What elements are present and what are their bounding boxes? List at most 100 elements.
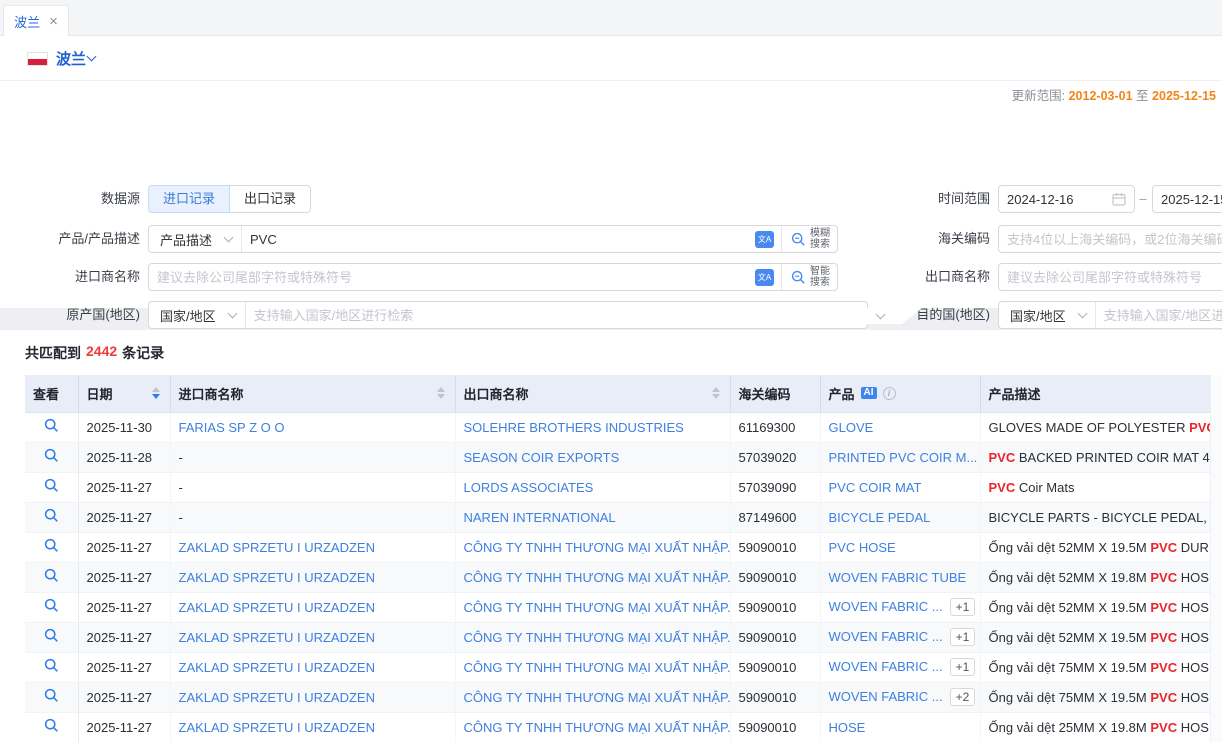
- col-description: 产品描述: [980, 375, 1210, 412]
- vertical-scrollbar[interactable]: [1210, 375, 1222, 742]
- smart-search-button[interactable]: 智能 搜索: [781, 264, 837, 290]
- col-date[interactable]: 日期: [78, 375, 170, 412]
- product-link[interactable]: PVC HOSE: [829, 540, 896, 555]
- product-link[interactable]: GLOVE: [829, 420, 874, 435]
- product-cell: HOSE: [820, 712, 980, 742]
- view-record-icon[interactable]: [44, 448, 59, 463]
- importer-cell: ZAKLAD SPRZETU I URZADZEN: [170, 532, 455, 562]
- calendar-icon[interactable]: [1112, 192, 1126, 206]
- fuzzy-search-button[interactable]: 模糊 搜索: [781, 226, 837, 252]
- sort-icons[interactable]: [437, 387, 447, 399]
- product-link[interactable]: WOVEN FABRIC ...: [829, 689, 943, 704]
- product-cell: WOVEN FABRIC ... +2: [820, 682, 980, 712]
- destination-type-select[interactable]: 国家/地区: [999, 302, 1096, 328]
- date-from-field: [998, 185, 1135, 213]
- importer-link[interactable]: ZAKLAD SPRZETU I URZADZEN: [179, 720, 375, 735]
- product-link[interactable]: WOVEN FABRIC ...: [829, 659, 943, 674]
- exporter-input[interactable]: [999, 270, 1222, 285]
- importer-link[interactable]: ZAKLAD SPRZETU I URZADZEN: [179, 600, 375, 615]
- date-from-input[interactable]: [999, 192, 1112, 207]
- importer-input[interactable]: [149, 270, 748, 285]
- product-link[interactable]: WOVEN FABRIC ...: [829, 599, 943, 614]
- exporter-link[interactable]: CÔNG TY TNHH THƯƠNG MẠI XUẤT NHẬP...: [464, 570, 731, 585]
- product-link[interactable]: PRINTED PVC COIR M...: [829, 450, 978, 465]
- view-record-icon[interactable]: [44, 658, 59, 673]
- more-products-badge[interactable]: +1: [950, 658, 976, 676]
- translate-icon[interactable]: 文A: [755, 231, 774, 248]
- exporter-link[interactable]: CÔNG TY TNHH THƯƠNG MẠI XUẤT NHẬP...: [464, 630, 731, 645]
- origin-type-select[interactable]: 国家/地区: [149, 302, 246, 328]
- update-range-from: 2012-03-01: [1069, 89, 1133, 103]
- importer-link[interactable]: FARIAS SP Z O O: [179, 420, 285, 435]
- col-exporter[interactable]: 出口商名称: [455, 375, 730, 412]
- poland-flag-icon: [27, 52, 48, 66]
- importer-link[interactable]: ZAKLAD SPRZETU I URZADZEN: [179, 540, 375, 555]
- exporter-link[interactable]: CÔNG TY TNHH THƯƠNG MẠI XUẤT NHẬP...: [464, 720, 731, 735]
- match-count: 2442: [86, 343, 117, 363]
- product-type-select[interactable]: 产品描述: [149, 226, 242, 252]
- records-table: 查看 日期 进口商名称 出口商名称 海关编码 产品AIi 产品描述 2025-1…: [25, 375, 1210, 742]
- view-cell: [25, 622, 78, 652]
- product-link[interactable]: HOSE: [829, 720, 866, 735]
- importer-link[interactable]: ZAKLAD SPRZETU I URZADZEN: [179, 660, 375, 675]
- country-name[interactable]: 波兰: [56, 48, 86, 69]
- importer-link[interactable]: ZAKLAD SPRZETU I URZADZEN: [179, 690, 375, 705]
- product-input[interactable]: [242, 232, 748, 247]
- exporter-link[interactable]: SOLEHRE BROTHERS INDUSTRIES: [464, 420, 684, 435]
- product-link[interactable]: BICYCLE PEDAL: [829, 510, 931, 525]
- more-products-badge[interactable]: +2: [950, 688, 976, 706]
- more-products-badge[interactable]: +1: [950, 628, 976, 646]
- sort-icons[interactable]: [152, 387, 162, 399]
- view-cell: [25, 652, 78, 682]
- date-to-input[interactable]: [1153, 192, 1222, 207]
- product-cell: BICYCLE PEDAL: [820, 502, 980, 532]
- date-cell: 2025-11-27: [78, 622, 170, 652]
- translate-icon[interactable]: 文A: [755, 269, 774, 286]
- view-record-icon[interactable]: [44, 508, 59, 523]
- view-record-icon[interactable]: [44, 598, 59, 613]
- exporter-link[interactable]: CÔNG TY TNHH THƯƠNG MẠI XUẤT NHẬP...: [464, 690, 731, 705]
- close-icon[interactable]: ×: [49, 14, 58, 29]
- product-link[interactable]: PVC COIR MAT: [829, 480, 922, 495]
- exporter-link[interactable]: CÔNG TY TNHH THƯƠNG MẠI XUẤT NHẬP...: [464, 660, 731, 675]
- exporter-link[interactable]: SEASON COIR EXPORTS: [464, 450, 620, 465]
- view-record-icon[interactable]: [44, 628, 59, 643]
- view-record-icon[interactable]: [44, 718, 59, 733]
- view-record-icon[interactable]: [44, 478, 59, 493]
- date-cell: 2025-11-27: [78, 712, 170, 742]
- destination-country-input[interactable]: [1096, 308, 1222, 323]
- tab-poland[interactable]: 波兰 ×: [3, 5, 69, 37]
- more-products-badge[interactable]: +1: [950, 598, 976, 616]
- exporter-cell: CÔNG TY TNHH THƯƠNG MẠI XUẤT NHẬP...: [455, 712, 730, 742]
- chevron-down-icon: [875, 310, 885, 320]
- tab-import-records[interactable]: 进口记录: [148, 185, 230, 213]
- exporter-link[interactable]: NAREN INTERNATIONAL: [464, 510, 616, 525]
- chevron-down-icon[interactable]: [87, 52, 97, 62]
- product-link[interactable]: WOVEN FABRIC TUBE: [829, 570, 967, 585]
- hs-code-input[interactable]: [999, 232, 1222, 247]
- importer-link[interactable]: ZAKLAD SPRZETU I URZADZEN: [179, 570, 375, 585]
- product-field: 产品描述 文A 模糊 搜索: [148, 225, 838, 253]
- exporter-cell: SEASON COIR EXPORTS: [455, 442, 730, 472]
- view-record-icon[interactable]: [44, 538, 59, 553]
- product-link[interactable]: WOVEN FABRIC ...: [829, 629, 943, 644]
- description-cell: BICYCLE PARTS - BICYCLE PEDAL, PVC: [980, 502, 1210, 532]
- table-row: 2025-11-27 ZAKLAD SPRZETU I URZADZEN CÔN…: [25, 682, 1210, 712]
- update-range-to: 2025-12-15: [1152, 89, 1216, 103]
- view-record-icon[interactable]: [44, 418, 59, 433]
- view-record-icon[interactable]: [44, 568, 59, 583]
- table-header-row: 查看 日期 进口商名称 出口商名称 海关编码 产品AIi 产品描述: [25, 375, 1210, 412]
- exporter-link[interactable]: CÔNG TY TNHH THƯƠNG MẠI XUẤT NHẬP...: [464, 600, 731, 615]
- sort-icons[interactable]: [712, 387, 722, 399]
- exporter-link[interactable]: LORDS ASSOCIATES: [464, 480, 594, 495]
- col-importer[interactable]: 进口商名称: [170, 375, 455, 412]
- view-cell: [25, 562, 78, 592]
- description-cell: Ống vải dệt 25MM X 19.8M PVC HOS...: [980, 712, 1210, 742]
- importer-link[interactable]: ZAKLAD SPRZETU I URZADZEN: [179, 630, 375, 645]
- origin-country-input[interactable]: [246, 308, 846, 323]
- importer-label: 进口商名称: [0, 263, 140, 291]
- view-record-icon[interactable]: [44, 688, 59, 703]
- exporter-link[interactable]: CÔNG TY TNHH THƯƠNG MẠI XUẤT NHẬP...: [464, 540, 731, 555]
- info-icon[interactable]: i: [883, 387, 896, 400]
- tab-export-records[interactable]: 出口记录: [230, 185, 311, 213]
